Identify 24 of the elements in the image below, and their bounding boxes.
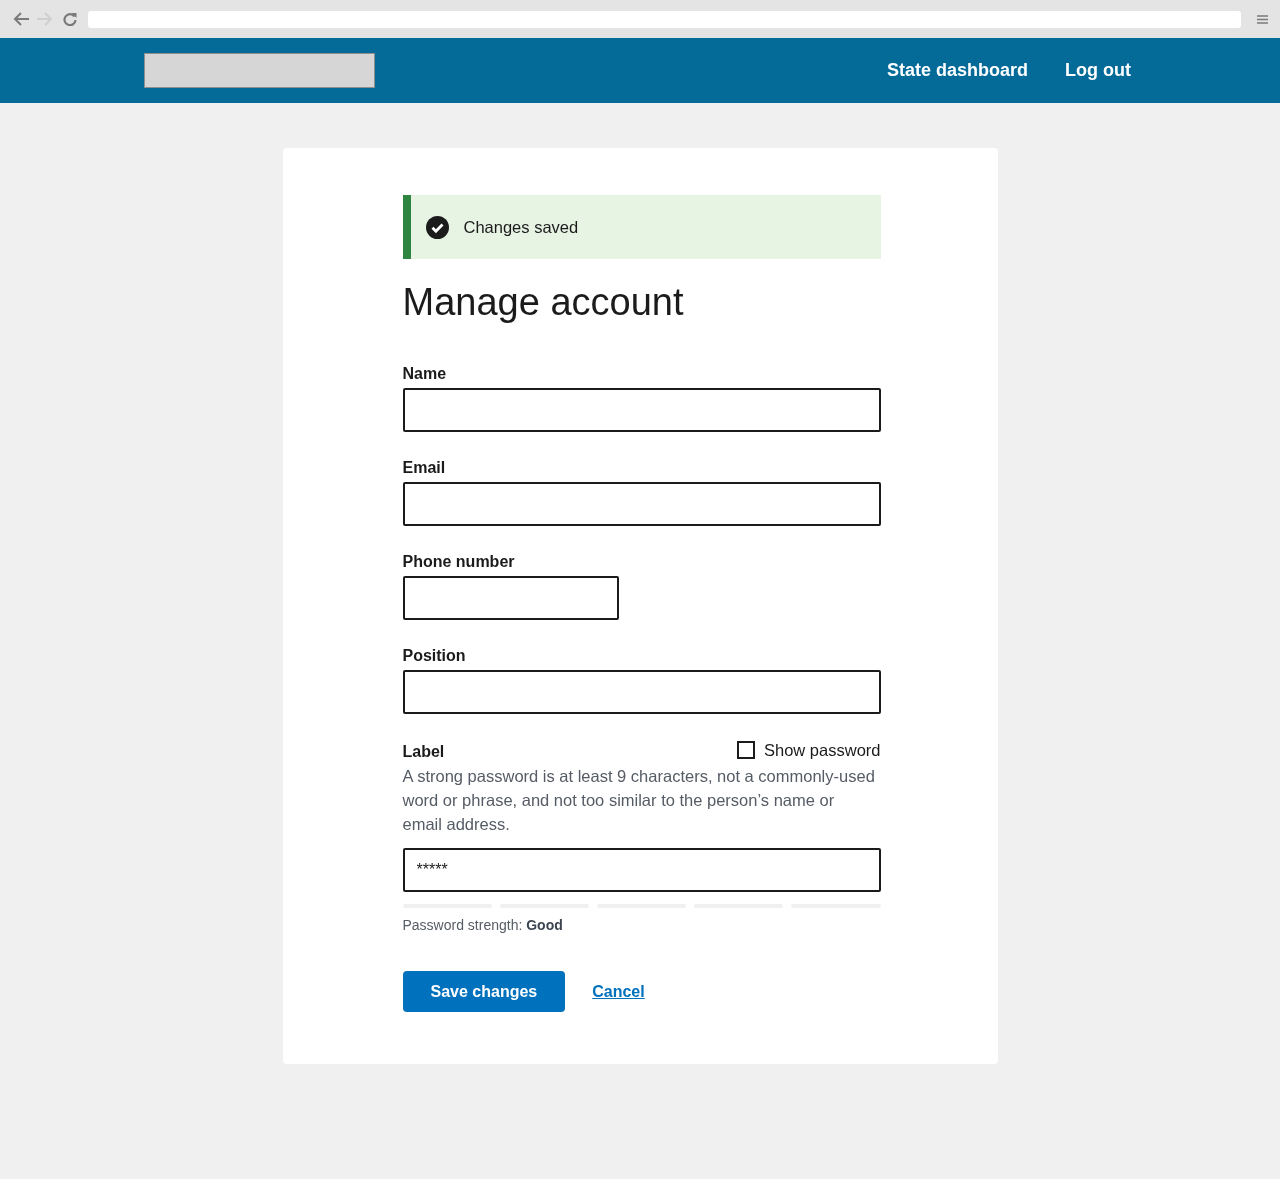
check-circle-icon (425, 215, 449, 239)
field-label: Label (402, 742, 445, 762)
checkbox-label[interactable]: Show password (764, 738, 881, 762)
page-title: Manage account (402, 280, 685, 325)
menu-icon[interactable] (1257, 14, 1268, 24)
alert-message: Changes saved (463, 217, 579, 237)
input-field[interactable] (402, 576, 619, 620)
field-label: Name (402, 364, 448, 384)
field-label: Position (402, 646, 467, 666)
input-field[interactable] (402, 670, 881, 714)
reload-icon[interactable] (63, 12, 77, 26)
field-label: Email (402, 458, 447, 478)
field-label: Phone number (402, 552, 516, 572)
password-hint: A strong password is at least 9 characters, not a commonly-used word or phrase, and not too similar to the person’s name or email address. (402, 766, 876, 835)
input-field[interactable] (402, 388, 881, 432)
back-arrow-icon[interactable] (13, 12, 30, 26)
input-field[interactable] (402, 482, 881, 526)
password-strength-text: Password strength: Good (402, 916, 564, 935)
cancel-link[interactable]: Cancel (592, 982, 645, 1001)
checkbox[interactable] (737, 741, 755, 759)
password-field[interactable]: ***** (402, 848, 881, 892)
save-changes-button[interactable]: Save changes (402, 971, 566, 1012)
nav-link[interactable]: State dashboard (887, 60, 1028, 81)
nav-link[interactable]: Log out (1065, 60, 1131, 81)
